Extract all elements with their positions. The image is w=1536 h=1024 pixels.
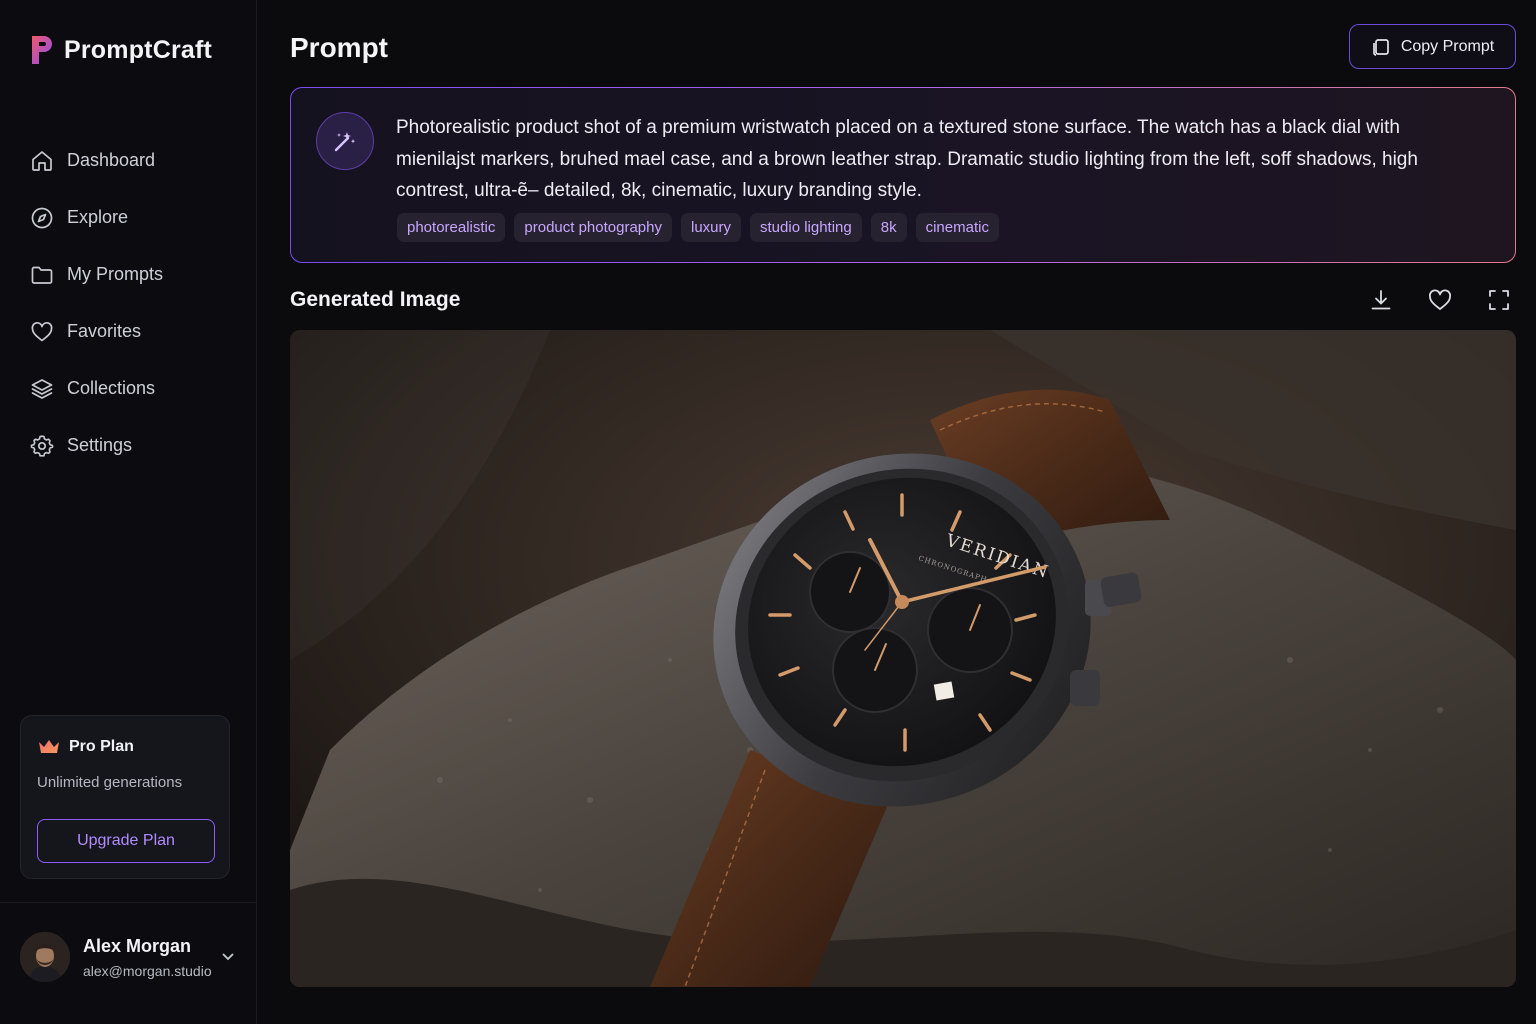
tag-chip[interactable]: luxury: [681, 213, 742, 242]
heart-icon: [31, 321, 53, 341]
brand-name: PromptCraft: [64, 35, 213, 64]
favorite-button[interactable]: [1427, 287, 1453, 313]
layers-icon: [31, 378, 53, 399]
user-email: alex@morgan.studio: [83, 962, 212, 979]
main-nav: Dashboard Explore My Prompts Favorites C…: [0, 132, 257, 474]
prompt-card: Photorealistic product shot of a premium…: [290, 87, 1516, 263]
tag-chip[interactable]: studio lighting: [750, 213, 862, 242]
image-actions: [1368, 287, 1512, 313]
user-profile[interactable]: Alex Morgan alex@morgan.studio: [20, 930, 240, 984]
nav-label: Favorites: [67, 321, 142, 341]
plan-header: Pro Plan: [37, 738, 134, 756]
home-icon: [32, 150, 52, 171]
plan-description: Unlimited generations: [37, 774, 183, 791]
folder-icon: [31, 266, 53, 284]
tag-chip[interactable]: cinematic: [915, 213, 999, 242]
crown-icon: [39, 740, 59, 753]
page-title: Prompt: [290, 32, 388, 63]
brand[interactable]: PromptCraft: [30, 34, 212, 66]
prompt-text[interactable]: Photorealistic product shot of a premium…: [396, 112, 1456, 207]
magic-wand-badge: [316, 112, 374, 170]
compass-icon: [31, 207, 53, 228]
generated-image-title: Generated Image: [290, 288, 461, 311]
plan-title: Pro Plan: [69, 738, 134, 755]
nav-item-collections[interactable]: Collections: [0, 360, 257, 417]
nav-item-settings[interactable]: Settings: [0, 417, 257, 474]
sidebar-divider: [0, 902, 257, 903]
nav-item-dashboard[interactable]: Dashboard: [0, 132, 257, 189]
sidebar: PromptCraft Dashboard Explore My Prompts…: [0, 0, 257, 1024]
avatar-portrait: [20, 932, 70, 982]
nav-label: Settings: [67, 435, 133, 455]
chevron-down-icon[interactable]: [220, 948, 236, 964]
copy-prompt-button[interactable]: Copy Prompt: [1349, 24, 1516, 69]
nav-label: My Prompts: [67, 264, 164, 284]
watch-product-image: VERIDIAN CHRONOGRAPH: [290, 330, 1516, 987]
nav-item-explore[interactable]: Explore: [0, 189, 257, 246]
upgrade-plan-button[interactable]: Upgrade Plan: [37, 819, 215, 863]
nav-item-favorites[interactable]: Favorites: [0, 303, 257, 360]
gear-icon: [30, 434, 54, 457]
plan-card: Pro Plan Unlimited generations Upgrade P…: [20, 715, 230, 879]
user-name: Alex Morgan: [83, 935, 192, 956]
user-info: Alex Morgan alex@morgan.studio: [83, 936, 212, 979]
magic-wand-icon: [334, 132, 356, 152]
download-button[interactable]: [1368, 287, 1394, 313]
avatar: [20, 932, 70, 982]
heart-icon: [1429, 289, 1451, 310]
logo-icon: [32, 36, 52, 64]
prompt-tags: photorealistic product photography luxur…: [397, 213, 999, 242]
prompt-card-inner: Photorealistic product shot of a premium…: [291, 88, 1515, 262]
copy-prompt-label: Copy Prompt: [1400, 37, 1495, 55]
nav-label: Explore: [67, 207, 129, 227]
copy-icon: [1372, 38, 1389, 56]
fullscreen-button[interactable]: [1486, 287, 1512, 313]
tag-chip[interactable]: product photography: [514, 213, 672, 242]
download-icon: [1371, 290, 1391, 310]
expand-icon: [1489, 290, 1509, 310]
tag-chip[interactable]: 8k: [870, 213, 907, 242]
nav-label: Collections: [67, 378, 156, 398]
generated-image[interactable]: VERIDIAN CHRONOGRAPH: [290, 330, 1516, 987]
nav-item-my-prompts[interactable]: My Prompts: [0, 246, 257, 303]
nav-label: Dashboard: [67, 150, 156, 170]
tag-chip[interactable]: photorealistic: [397, 213, 506, 242]
